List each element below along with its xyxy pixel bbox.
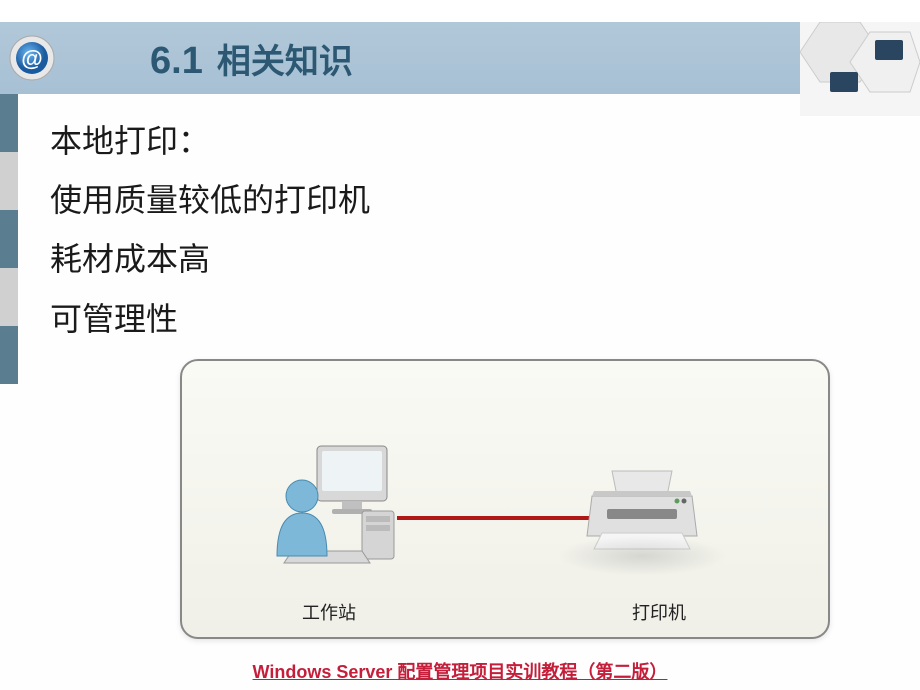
svg-text:@: @ (21, 46, 42, 71)
bullet-3: 耗材成本高 (50, 230, 870, 289)
bullet-1: 本地打印： (50, 112, 870, 171)
section-number: 6.1 (150, 40, 203, 83)
top-spacer (0, 0, 920, 22)
left-sidebar-decoration (0, 94, 18, 384)
header-bar: @ 6.1 相关知识 (0, 22, 920, 94)
workstation-label: 工作站 (302, 599, 356, 625)
printer-node (582, 461, 702, 561)
footer-text: Windows Server 配置管理项目实训教程（第二版） (253, 658, 668, 684)
diagram-container: 工作站 打印机 (180, 359, 830, 639)
content-area: 本地打印： 使用质量较低的打印机 耗材成本高 可管理性 (0, 94, 920, 639)
workstation-node (262, 441, 402, 571)
at-icon: @ (8, 34, 56, 82)
printer-label: 打印机 (632, 599, 686, 625)
section-title: 相关知识 (217, 34, 353, 83)
bullet-4: 可管理性 (50, 290, 870, 349)
bullet-2: 使用质量较低的打印机 (50, 171, 870, 230)
header-decoration (800, 22, 920, 116)
